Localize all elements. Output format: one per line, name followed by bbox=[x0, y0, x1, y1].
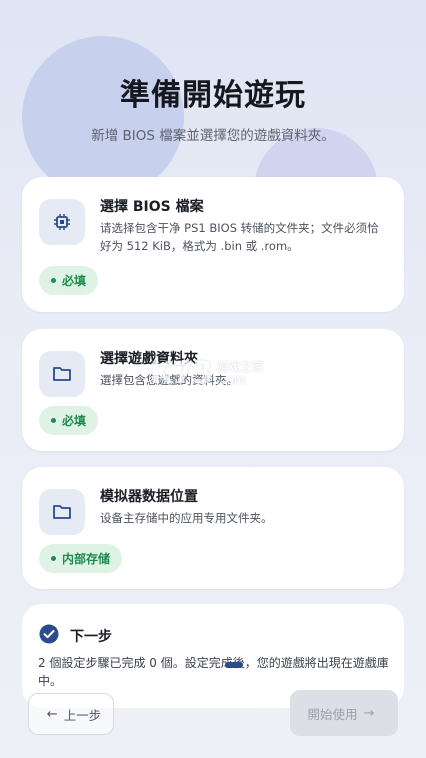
card-description: 選擇包含您遊戲的資料夾。 bbox=[100, 373, 238, 387]
emulator-data-location-card[interactable]: 模拟器数据位置 设备主存储中的应用专用文件夹。 内部存储 bbox=[22, 467, 404, 589]
badge-label: 内部存储 bbox=[62, 552, 111, 566]
badge-label: 必填 bbox=[62, 274, 87, 288]
select-games-folder-card[interactable]: 選擇遊戲資料夾 選擇包含您遊戲的資料夾。 必填 bbox=[22, 329, 404, 451]
decorative-circle-large bbox=[22, 36, 184, 198]
card-description: 设备主存储中的应用专用文件夹。 bbox=[100, 511, 273, 525]
scroll-indicator bbox=[225, 662, 243, 668]
card-title: 模拟器数据位置 bbox=[100, 489, 198, 505]
status-badge: 必填 bbox=[39, 406, 99, 435]
dot-icon bbox=[51, 418, 56, 423]
card-title: 選擇 BIOS 檔案 bbox=[100, 199, 204, 215]
back-button-label: 上一步 bbox=[63, 707, 102, 723]
dot-icon bbox=[51, 278, 56, 283]
next-step-description: 2 個設定步驟已完成 0 個。設定完成後，您的遊戲將出現在遊戲庫中。 bbox=[38, 656, 389, 688]
arrow-right-icon: → bbox=[363, 705, 375, 721]
status-badge: 必填 bbox=[39, 266, 99, 295]
chip-icon bbox=[39, 199, 85, 245]
folder-icon bbox=[39, 351, 85, 397]
card-description: 请选择包含干净 PS1 BIOS 转储的文件夹；文件必须恰好为 512 KiB，… bbox=[100, 221, 379, 253]
folder-icon bbox=[39, 489, 85, 535]
dot-icon bbox=[51, 556, 56, 561]
check-circle-icon bbox=[39, 624, 59, 644]
arrow-left-icon: ← bbox=[46, 706, 58, 722]
card-title: 選擇遊戲資料夾 bbox=[100, 351, 198, 367]
select-bios-card[interactable]: 選擇 BIOS 檔案 请选择包含干净 PS1 BIOS 转储的文件夹；文件必须恰… bbox=[22, 177, 404, 312]
page-title: 準備開始遊玩 bbox=[120, 78, 306, 113]
back-button[interactable]: ← 上一步 bbox=[28, 693, 114, 735]
next-step-title: 下一步 bbox=[70, 629, 112, 645]
status-badge: 内部存储 bbox=[39, 544, 123, 573]
start-button[interactable]: 開始使用 → bbox=[290, 690, 398, 736]
start-button-label: 開始使用 bbox=[307, 706, 358, 722]
badge-label: 必填 bbox=[62, 414, 87, 428]
page-subtitle: 新增 BIOS 檔案並選擇您的遊戲資料夾。 bbox=[91, 128, 335, 144]
